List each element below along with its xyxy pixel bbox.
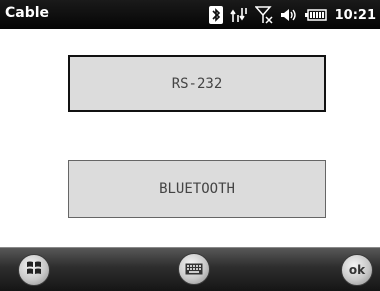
softkey-bar-divider — [0, 247, 380, 248]
rs232-button[interactable]: RS-232 — [68, 55, 326, 112]
no-signal-icon[interactable] — [253, 6, 273, 24]
bluetooth-button[interactable]: BLUETOOTH — [68, 160, 326, 218]
title-bar: Cable 10:21 — [0, 0, 380, 29]
keyboard-icon — [185, 260, 203, 279]
keyboard-button[interactable] — [178, 253, 210, 285]
app-title: Cable — [5, 5, 50, 21]
battery-icon[interactable] — [304, 6, 327, 24]
clock[interactable]: 10:21 — [335, 8, 376, 23]
softkey-bar: ok — [0, 247, 380, 291]
bluetooth-icon[interactable] — [208, 6, 223, 24]
rs232-button-label: RS-232 — [171, 75, 223, 92]
bluetooth-button-label: BLUETOOTH — [159, 181, 235, 197]
status-icons: 10:21 — [202, 4, 376, 26]
screen: Cable 10:21 RS-232 BLUETOOTH ok — [0, 0, 380, 291]
ok-button[interactable]: ok — [341, 254, 373, 286]
volume-icon[interactable] — [280, 6, 298, 24]
ok-button-label: ok — [348, 263, 366, 277]
windows-logo-icon — [25, 259, 43, 281]
start-button[interactable] — [18, 254, 50, 286]
data-connection-icon[interactable] — [229, 6, 248, 24]
